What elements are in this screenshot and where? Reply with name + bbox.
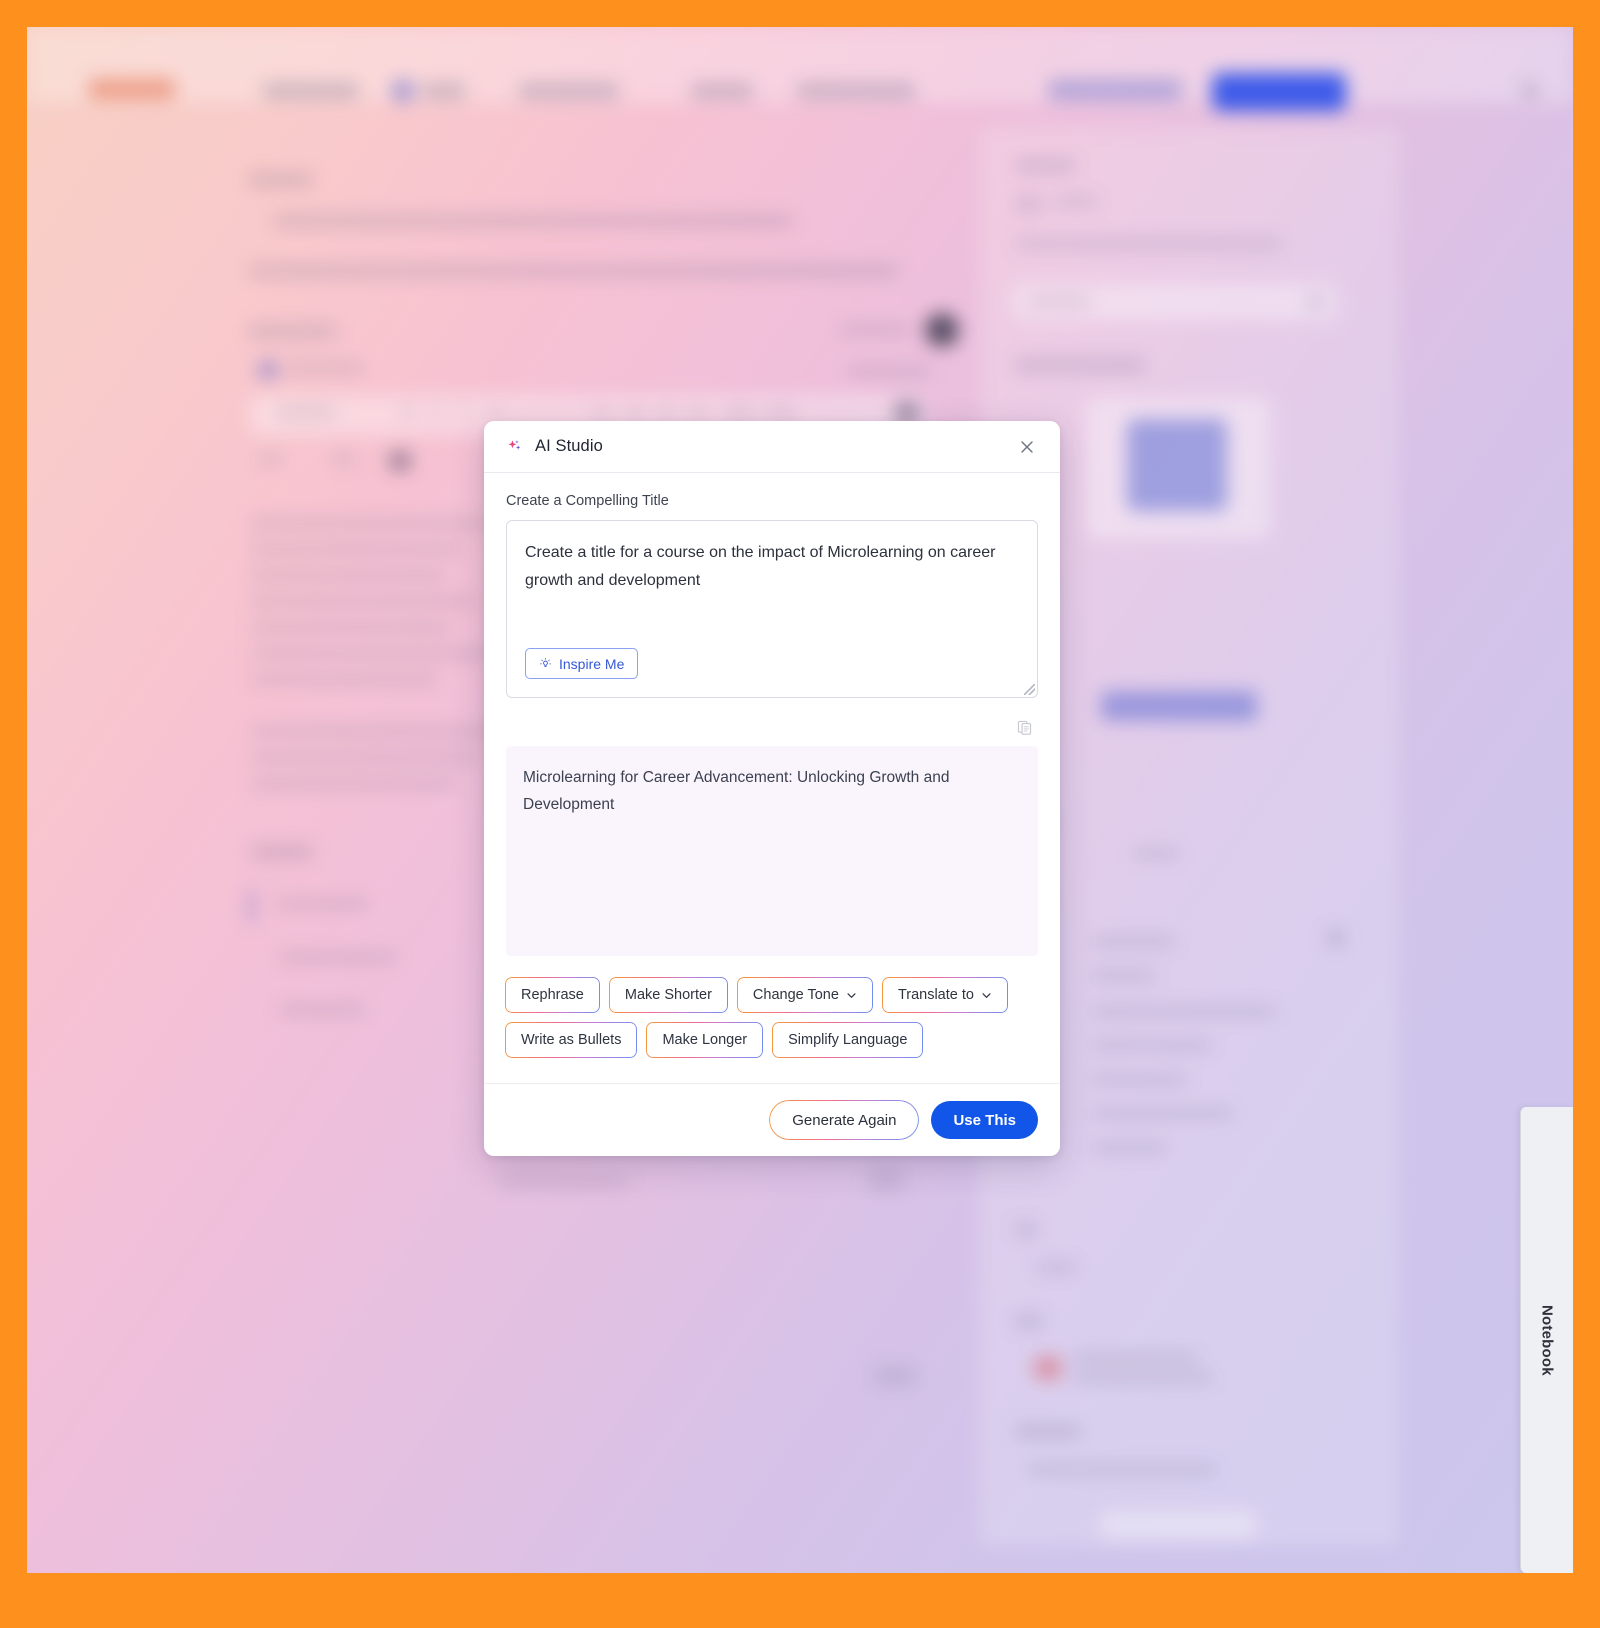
inspire-me-label: Inspire Me xyxy=(559,655,625,672)
result-box[interactable]: Microlearning for Career Advancement: Un… xyxy=(506,746,1038,956)
copy-glyph xyxy=(1017,720,1031,735)
dialog-body: Create a Compelling Title Inspire Me xyxy=(484,473,1060,1083)
result-section: Microlearning for Career Advancement: Un… xyxy=(506,715,1038,956)
action-chip-label: Make Longer xyxy=(662,1032,748,1048)
action-chip-label: Make Shorter xyxy=(624,987,712,1003)
action-chip-label: Write as Bullets xyxy=(521,1032,622,1048)
dialog-title: AI Studio xyxy=(535,437,603,455)
close-glyph xyxy=(1021,440,1033,453)
chevron-down-icon xyxy=(982,992,991,998)
action-chip-label: Rephrase xyxy=(521,987,584,1003)
ai-studio-dialog: AI Studio Create a Compelling Title Crea… xyxy=(484,421,1060,1156)
result-text: Microlearning for Career Advancement: Un… xyxy=(523,769,950,813)
action-chip-translate-to[interactable]: Translate to xyxy=(882,978,1007,1012)
screenshot-root: Notebook AI Studio Create a Compelling T… xyxy=(0,0,1600,1628)
dialog-header: AI Studio xyxy=(484,421,1060,473)
prompt-label: Create a Compelling Title xyxy=(506,493,669,509)
inspire-me-button[interactable]: Inspire Me xyxy=(525,648,639,679)
prompt-input[interactable] xyxy=(525,539,1019,615)
use-this-button[interactable]: Use This xyxy=(931,1101,1038,1139)
lightbulb-icon xyxy=(540,658,551,667)
action-chip-make-longer[interactable]: Make Longer xyxy=(647,1023,763,1057)
action-chip-label: Translate to xyxy=(897,987,974,1003)
action-chip-list: Rephrase Make Shorter Change Tone Translate… xyxy=(506,978,1038,1079)
action-chip-make-shorter[interactable]: Make Shorter xyxy=(609,978,727,1012)
action-chip-simplify-language[interactable]: Simplify Language xyxy=(773,1023,923,1057)
action-chip-label: Simplify Language xyxy=(788,1032,908,1048)
textarea-resize-handle[interactable] xyxy=(1024,684,1035,695)
action-chip-label: Change Tone xyxy=(752,987,839,1003)
generate-again-button[interactable]: Generate Again xyxy=(770,1101,919,1139)
close-icon[interactable] xyxy=(1014,434,1040,460)
prompt-box: Inspire Me xyxy=(506,520,1038,698)
action-chip-change-tone[interactable]: Change Tone xyxy=(737,978,872,1012)
dialog-footer: Generate Again Use This xyxy=(484,1083,1060,1156)
chevron-down-icon xyxy=(847,992,856,998)
action-chip-write-as-bullets[interactable]: Write as Bullets xyxy=(506,1023,637,1057)
action-chip-rephrase[interactable]: Rephrase xyxy=(506,978,599,1012)
result-toolbar xyxy=(506,715,1038,739)
copy-icon[interactable] xyxy=(1012,715,1036,739)
sparkle-icon xyxy=(508,439,521,450)
